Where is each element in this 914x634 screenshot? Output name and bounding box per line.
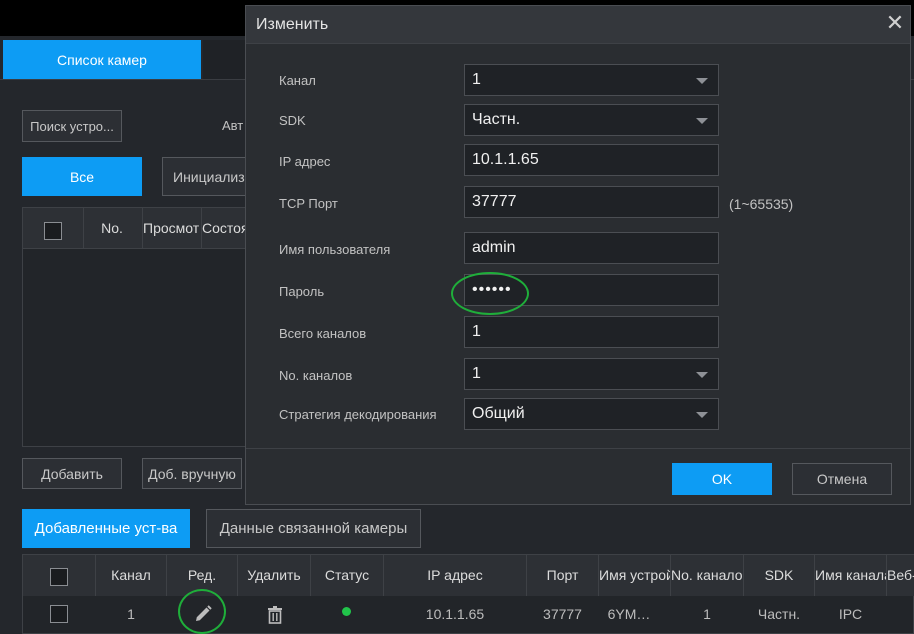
auto-label: Авт bbox=[222, 118, 244, 133]
column-header-device-name: Имя устрой bbox=[599, 567, 670, 583]
ip-address-value: 10.1.1.65 bbox=[472, 151, 539, 168]
password-label: Пароль bbox=[279, 283, 325, 299]
dialog-title: Изменить bbox=[256, 16, 329, 33]
row-channel: 1 bbox=[127, 606, 135, 622]
column-header-status: Статус bbox=[324, 567, 370, 583]
username-value: admin bbox=[472, 239, 516, 256]
channel-no-label: No. каналов bbox=[279, 367, 353, 383]
column-header-delete: Удалить bbox=[247, 567, 301, 583]
sdk-select[interactable]: Частн. bbox=[464, 104, 719, 136]
add-button[interactable]: Добавить bbox=[22, 458, 122, 489]
sdk-value: Частн. bbox=[472, 111, 521, 128]
column-header-channel-no: No. канало bbox=[671, 567, 743, 583]
row-ip-address: 10.1.1.65 bbox=[425, 606, 485, 622]
row-port: 37777 bbox=[543, 606, 582, 622]
chevron-down-icon bbox=[696, 118, 708, 124]
row-sdk: Частн. bbox=[757, 606, 801, 622]
total-channels-value: 1 bbox=[472, 323, 481, 340]
total-channels-label: Всего каналов bbox=[279, 325, 367, 341]
row-device-name: 6YM… bbox=[607, 606, 651, 622]
channel-no-value: 1 bbox=[472, 365, 481, 382]
tcp-port-value: 37777 bbox=[472, 193, 517, 210]
row-channel-name: IPC bbox=[838, 606, 863, 622]
column-header-channel: Канал bbox=[111, 567, 151, 583]
column-header-status: Состоя bbox=[202, 220, 249, 236]
ip-address-input[interactable]: 10.1.1.65 bbox=[464, 144, 719, 176]
username-label: Имя пользователя bbox=[279, 241, 391, 257]
status-online-dot bbox=[342, 607, 351, 616]
channel-no-select[interactable]: 1 bbox=[464, 358, 719, 390]
delete-trash-icon[interactable] bbox=[266, 605, 284, 625]
decode-strategy-label: Стратегия декодирования bbox=[279, 406, 437, 422]
filter-all-button[interactable]: Все bbox=[22, 157, 142, 196]
tab-added-devices[interactable]: Добавленные уст-ва bbox=[22, 509, 190, 548]
column-header-channel-name: Имя канала bbox=[815, 567, 886, 583]
column-header-web: Веб- bbox=[887, 567, 914, 583]
ip-address-label: IP адрес bbox=[279, 153, 331, 169]
tab-linked-camera-data[interactable]: Данные связанной камеры bbox=[206, 509, 421, 548]
column-header-edit: Ред. bbox=[187, 567, 217, 583]
decode-strategy-select[interactable]: Общий bbox=[464, 398, 719, 430]
channel-select[interactable]: 1 bbox=[464, 64, 719, 96]
tcp-port-input[interactable]: 37777 bbox=[464, 186, 719, 218]
port-range-hint: (1~65535) bbox=[729, 196, 794, 212]
channel-label: Канал bbox=[279, 72, 316, 88]
filter-init-button[interactable]: Инициализ bbox=[162, 157, 252, 196]
search-devices-button[interactable]: Поиск устро... bbox=[22, 110, 122, 142]
chevron-down-icon bbox=[696, 78, 708, 84]
chevron-down-icon bbox=[696, 372, 708, 378]
select-all-checkbox[interactable] bbox=[44, 222, 62, 240]
tab-camera-list[interactable]: Список камер bbox=[3, 40, 201, 79]
ok-button[interactable]: OK bbox=[672, 463, 772, 495]
close-icon[interactable]: ✕ bbox=[884, 12, 906, 34]
chevron-down-icon bbox=[696, 412, 708, 418]
edit-dialog-header bbox=[246, 6, 910, 44]
dialog-footer-divider bbox=[246, 448, 910, 449]
row-channel-no: 1 bbox=[703, 606, 711, 622]
column-header-ip: IP адрес bbox=[427, 567, 483, 583]
username-input[interactable]: admin bbox=[464, 232, 719, 264]
total-channels-input[interactable]: 1 bbox=[464, 316, 719, 348]
tcp-port-label: TCP Порт bbox=[279, 195, 338, 211]
edit-highlight-circle bbox=[178, 589, 226, 634]
column-header-preview: Просмот bbox=[143, 220, 200, 236]
cancel-button[interactable]: Отмена bbox=[792, 463, 892, 495]
row-checkbox[interactable] bbox=[50, 605, 68, 623]
column-header-no: No. bbox=[101, 220, 123, 236]
column-header-sdk: SDK bbox=[764, 567, 794, 583]
select-all-added-checkbox[interactable] bbox=[50, 568, 68, 586]
channel-value: 1 bbox=[472, 71, 481, 88]
sdk-label: SDK bbox=[279, 112, 306, 128]
password-highlight-circle bbox=[451, 272, 529, 315]
add-manual-button[interactable]: Доб. вручную bbox=[142, 458, 242, 489]
decode-strategy-value: Общий bbox=[472, 405, 525, 422]
column-header-port: Порт bbox=[546, 567, 579, 583]
